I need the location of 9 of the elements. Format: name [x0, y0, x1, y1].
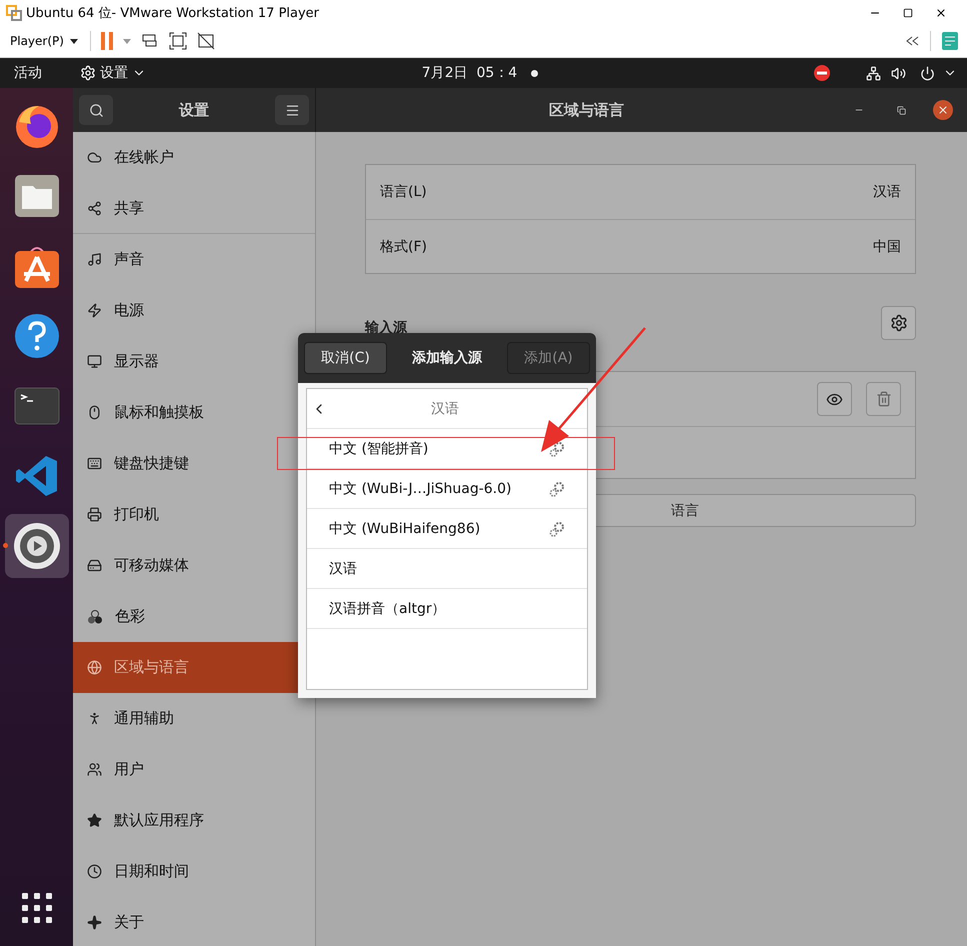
sidebar-title: 设置: [178, 100, 210, 120]
row-label: 格式(F): [380, 238, 427, 256]
row-label: 语言(L): [380, 183, 427, 201]
dialog-title: 添加输入源: [411, 349, 484, 367]
input-source-label: 汉语拼音（altgr）: [329, 600, 447, 618]
window-title: Ubuntu 64 位- VMware Workstation 17 Player: [26, 4, 320, 22]
panel-title: 区域与语言: [548, 100, 625, 120]
input-source-label: 中文 (智能拼音): [329, 440, 430, 458]
input-source-label: 汉语: [329, 560, 358, 578]
